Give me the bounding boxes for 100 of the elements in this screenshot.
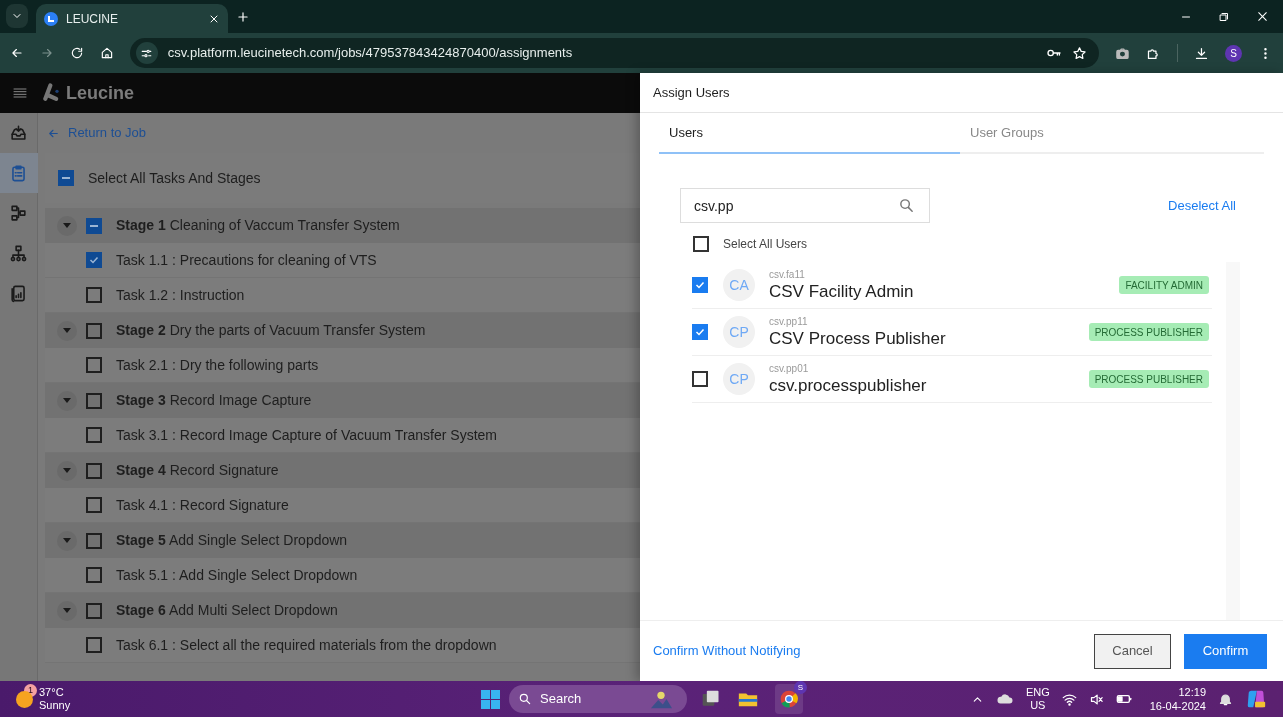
tab[interactable]: User Groups xyxy=(960,114,1261,154)
bell-icon[interactable] xyxy=(1218,691,1233,707)
checkbox[interactable] xyxy=(86,252,102,268)
checkbox[interactable] xyxy=(86,497,102,513)
browser-icon xyxy=(779,689,799,709)
checkmark-icon xyxy=(694,326,706,338)
checkbox[interactable] xyxy=(86,287,102,303)
checkbox[interactable] xyxy=(86,637,102,653)
user-name: CSV Facility Admin xyxy=(769,280,914,302)
username: csv.pp01 xyxy=(769,362,810,375)
tab-list-button[interactable] xyxy=(6,4,28,28)
taskbar-search[interactable]: Search xyxy=(509,685,687,713)
role-tag: PROCESS PUBLISHER xyxy=(1088,323,1209,341)
reload-icon[interactable] xyxy=(69,46,84,60)
profile-avatar[interactable]: S xyxy=(1225,44,1243,62)
temperature: 37°C xyxy=(39,686,65,699)
drawer-title: Assign Users xyxy=(653,83,730,102)
confirm-button[interactable]: Confirm xyxy=(1184,633,1267,669)
checkbox[interactable] xyxy=(86,427,102,443)
checkbox[interactable] xyxy=(86,462,102,479)
logo-icon xyxy=(42,83,62,103)
task-title: Task 1.2 : Instruction xyxy=(116,285,245,305)
checkbox[interactable] xyxy=(693,235,709,252)
expand-toggle[interactable] xyxy=(57,390,77,411)
checkbox[interactable] xyxy=(86,392,102,409)
expand-toggle[interactable] xyxy=(57,320,77,341)
star-icon[interactable] xyxy=(1072,45,1088,61)
app-logo-text: Leucine xyxy=(66,81,135,105)
search-field[interactable]: csv.pp xyxy=(680,188,930,223)
home-icon[interactable] xyxy=(99,46,114,60)
search-icon xyxy=(518,692,532,706)
cancel-button[interactable]: Cancel xyxy=(1094,633,1171,669)
task-title: Task 5.1 : Add Single Select Dropdown xyxy=(116,565,358,585)
role-tag: FACILITY ADMIN xyxy=(1119,276,1209,294)
task-title: Task 6.1 : Select all the required materials from the dropdown xyxy=(116,635,497,655)
checkmark-icon xyxy=(88,254,100,266)
address-bar[interactable]: csv.platform.leucinetech.com/jobs/479537843424870400/assignments xyxy=(129,38,1100,68)
weather-condition: Sunny xyxy=(39,699,71,712)
flowchart-icon[interactable] xyxy=(9,203,28,223)
task-title: Task 1.1 : Precautions for cleaning of VTS xyxy=(116,250,377,270)
user-avatar: CP xyxy=(723,316,755,348)
browser-tab[interactable]: LEUCINE xyxy=(36,4,228,33)
username: csv.fa11 xyxy=(769,268,806,281)
user-name: CSV Process Publisher xyxy=(769,327,946,349)
input-language[interactable]: ENG US xyxy=(1025,686,1050,712)
task-view-icon[interactable] xyxy=(701,689,721,709)
camera-icon[interactable] xyxy=(1115,45,1131,61)
close-icon[interactable] xyxy=(1256,10,1269,23)
checkbox[interactable] xyxy=(86,357,102,373)
select-all-users-label: Select All Users xyxy=(723,235,808,253)
report-icon[interactable] xyxy=(9,283,28,303)
stage-title: Stage 1 Cleaning of Vaccum Transfer System xyxy=(116,216,400,235)
stage-title: Stage 4 Record Signature xyxy=(116,461,279,480)
checkbox[interactable] xyxy=(86,532,102,549)
select-all-label: Select All Tasks And Stages xyxy=(88,168,261,188)
windows-start-icon[interactable] xyxy=(481,689,500,709)
task-title: Task 3.1 : Record Image Capture of Vacuum Transfer System xyxy=(116,425,497,445)
deselect-all-link[interactable]: Deselect All xyxy=(1168,195,1236,216)
checkbox[interactable] xyxy=(86,322,102,339)
role-tag: PROCESS PUBLISHER xyxy=(1088,370,1209,388)
checkbox[interactable] xyxy=(692,324,708,340)
stage-title: Stage 2 Dry the parts of Vacuum Transfer System xyxy=(116,321,426,340)
site-favicon-icon xyxy=(44,11,58,26)
hierarchy-icon[interactable] xyxy=(9,243,28,263)
checkbox[interactable] xyxy=(86,567,102,583)
checkbox[interactable] xyxy=(86,217,102,234)
tab-title: LEUCINE xyxy=(66,10,119,28)
clipboard-list-icon[interactable] xyxy=(9,163,28,183)
download-icon[interactable] xyxy=(1194,45,1210,61)
checkbox[interactable] xyxy=(692,277,708,293)
restore-icon[interactable] xyxy=(1218,10,1230,23)
expand-toggle[interactable] xyxy=(57,530,77,551)
task-title: Task 2.1 : Dry the following parts xyxy=(116,355,319,375)
plus-icon[interactable] xyxy=(236,10,250,24)
stage-title: Stage 3 Record Image Capture xyxy=(116,391,312,410)
user-avatar: CA xyxy=(723,269,755,301)
task-title: Task 4.1 : Record Signature xyxy=(116,495,289,515)
url-text: csv.platform.leucinetech.com/jobs/479537843424870400/assignments xyxy=(167,44,574,63)
menu-icon[interactable] xyxy=(12,85,28,101)
tab[interactable]: Users xyxy=(659,114,960,154)
checkbox[interactable] xyxy=(86,602,102,619)
back-arrow-icon[interactable] xyxy=(10,46,24,60)
forward-arrow-icon[interactable] xyxy=(39,46,54,60)
expand-toggle[interactable] xyxy=(57,460,77,481)
inbox-icon[interactable] xyxy=(9,123,28,143)
clock[interactable]: 12:19 16-04-2024 xyxy=(1149,685,1206,713)
user-avatar: CP xyxy=(723,363,755,395)
stage-title: Stage 5 Add Single Select Dropdown xyxy=(116,531,348,550)
stage-title: Stage 6 Add Multi Select Dropdown xyxy=(116,601,338,620)
expand-toggle[interactable] xyxy=(57,600,77,621)
copilot-icon[interactable] xyxy=(1245,688,1267,710)
checkmark-icon xyxy=(694,279,706,291)
search-icon[interactable] xyxy=(898,197,915,214)
confirm-without-notifying-link[interactable]: Confirm Without Notifying xyxy=(653,641,801,661)
user-name: csv.processpublisher xyxy=(769,374,927,396)
expand-toggle[interactable] xyxy=(57,215,77,236)
checkbox[interactable] xyxy=(58,170,74,186)
checkbox[interactable] xyxy=(692,371,708,387)
profile-badge: S xyxy=(794,681,807,694)
username: csv.pp11 xyxy=(769,315,809,328)
